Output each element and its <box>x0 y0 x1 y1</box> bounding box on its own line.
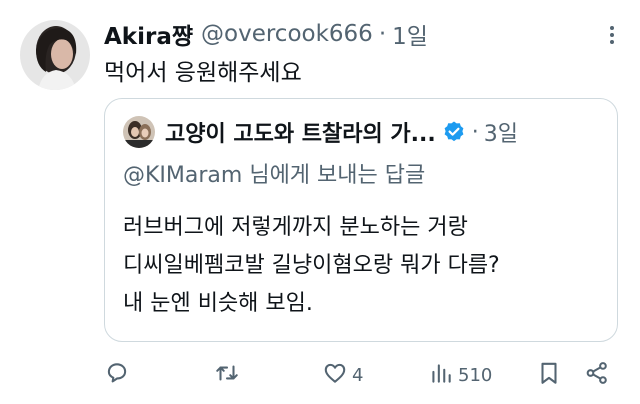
quote-text-line: 내 눈엔 비슷해 보임. <box>123 291 313 316</box>
quote-time[interactable]: 3일 <box>484 116 518 148</box>
views-button[interactable]: 510 <box>428 358 492 392</box>
action-bar: 4 510 <box>104 358 620 392</box>
tweet-header: Akira쨩 @overcook666 · 1일 <box>104 16 640 52</box>
more-dots-icon[interactable] <box>600 20 624 50</box>
share-button[interactable] <box>584 358 610 392</box>
share-icon <box>584 360 610 391</box>
quote-display-name[interactable]: 고양이 고도와 트찰라의 가... <box>165 116 436 148</box>
quote-text: 러브버그에 저렇게까지 분노하는 거랑 디씨일베펨코발 길냥이혐오랑 뭐가 다름… <box>123 209 500 323</box>
like-button[interactable]: 4 <box>322 358 363 392</box>
separator-dot: · <box>378 21 387 47</box>
quote-separator-dot: · <box>471 119 479 145</box>
bookmark-button[interactable] <box>536 358 562 392</box>
quote-tweet[interactable]: 고양이 고도와 트찰라의 가... · 3일 @KIMaram 님에게 보내는 … <box>104 98 618 342</box>
reply-button[interactable] <box>104 358 130 392</box>
like-count: 4 <box>352 364 364 386</box>
avatar[interactable] <box>20 20 90 90</box>
bookmark-icon <box>536 360 562 391</box>
views-count: 510 <box>458 364 493 386</box>
quote-avatar[interactable] <box>123 116 155 148</box>
user-handle[interactable]: @overcook666 <box>201 21 373 47</box>
views-icon <box>428 360 454 391</box>
quote-text-line: 디씨일베펨코발 길냥이혐오랑 뭐가 다름? <box>123 253 500 278</box>
tweet[interactable]: Akira쨩 @overcook666 · 1일 먹어서 응원해주세요 고양이 … <box>0 0 640 404</box>
reply-icon <box>104 360 130 391</box>
quote-text-line: 러브버그에 저렇게까지 분노하는 거랑 <box>123 215 468 240</box>
quote-header: 고양이 고도와 트찰라의 가... · 3일 <box>123 115 607 149</box>
retweet-icon <box>214 360 240 391</box>
reply-context[interactable]: @KIMaram 님에게 보내는 답글 <box>123 157 425 189</box>
display-name[interactable]: Akira쨩 <box>104 17 193 51</box>
heart-icon <box>322 360 348 391</box>
verified-badge-icon <box>442 120 466 144</box>
tweet-text: 먹어서 응원해주세요 <box>104 60 302 86</box>
retweet-button[interactable] <box>214 358 240 392</box>
tweet-time[interactable]: 1일 <box>392 17 428 51</box>
